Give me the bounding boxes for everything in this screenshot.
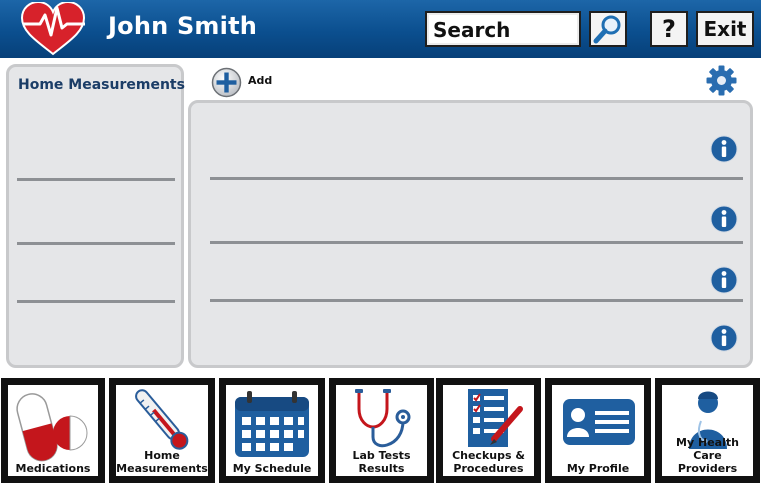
info-icon[interactable] (710, 266, 738, 294)
stethoscope-icon (354, 389, 410, 448)
user-name: John Smith (108, 12, 258, 40)
divider (17, 242, 175, 245)
heart-pulse-icon (20, 2, 86, 56)
nav-tile-label: Medications (15, 462, 91, 475)
id-card-icon (563, 399, 635, 445)
checklist-icon (467, 389, 523, 447)
divider (210, 177, 743, 180)
add-label: Add (248, 74, 273, 87)
add-button[interactable] (211, 67, 242, 98)
info-icon[interactable] (710, 135, 738, 163)
divider (17, 300, 175, 303)
nav-tile-my-health-care-providers[interactable]: My Health Care Providers (655, 378, 760, 483)
divider (210, 241, 743, 244)
plus-circle-icon (211, 67, 242, 98)
nav-tile-medications[interactable]: Medications (1, 378, 105, 483)
nav-tile-checkups-procedures[interactable]: Checkups & Procedures (436, 378, 541, 483)
nav-tile-lab-tests-results[interactable]: Lab Tests Results (329, 378, 434, 483)
search-icon (593, 15, 621, 44)
divider (17, 178, 175, 181)
search-placeholder: Search (433, 18, 511, 42)
divider (210, 299, 743, 302)
nav-tile-label: Lab Tests Results (352, 449, 411, 475)
nav-tile-label: Checkups & Procedures (452, 449, 525, 475)
measurements-list (188, 100, 753, 368)
nav-tile-my-schedule[interactable]: My Schedule (219, 378, 325, 483)
search-button[interactable] (589, 11, 627, 47)
help-button[interactable]: ? (650, 11, 688, 47)
sidebar-title: Home Measurements (18, 77, 185, 93)
gear-icon[interactable] (705, 64, 738, 97)
info-icon[interactable] (710, 205, 738, 233)
nav-tile-label: My Schedule (232, 462, 312, 475)
nav-tile-label: My Health Care Providers (676, 436, 739, 475)
info-icon[interactable] (710, 324, 738, 352)
nav-tile-my-profile[interactable]: My Profile (545, 378, 651, 483)
calendar-icon (235, 391, 309, 457)
nav-tile-label: Home Measurements (116, 449, 208, 475)
measurements-sidebar: Home Measurements (6, 64, 185, 368)
search-input[interactable]: Search (425, 11, 581, 47)
app-header: John Smith Search ? Exit (0, 0, 761, 58)
pills-icon (16, 393, 88, 462)
thermometer-icon (135, 389, 189, 450)
nav-tile-label: My Profile (566, 462, 630, 475)
nav-tile-home-measurements[interactable]: Home Measurements (109, 378, 215, 483)
exit-button[interactable]: Exit (696, 11, 754, 47)
